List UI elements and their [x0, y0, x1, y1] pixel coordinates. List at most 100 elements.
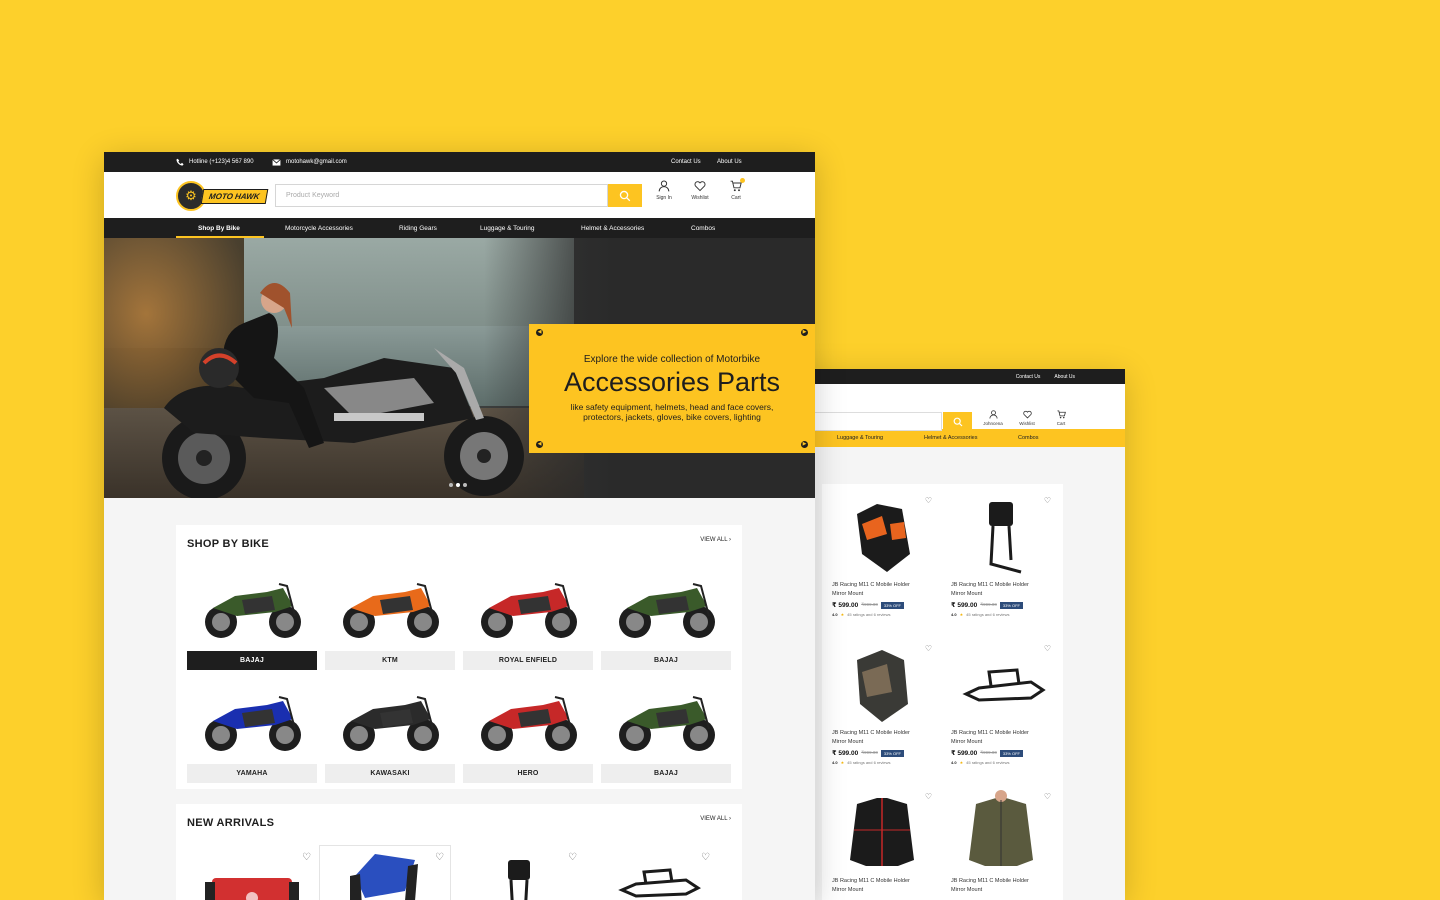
- heart-icon: [1022, 410, 1032, 419]
- product-card[interactable]: ♡ JB Racing M11 C Mobile Holder Mirror Mo…: [951, 494, 1051, 617]
- bike-card[interactable]: HERO: [463, 679, 593, 784]
- product-card[interactable]: ♡: [187, 846, 317, 900]
- logo[interactable]: ⚙ MOTO HAWK: [176, 181, 268, 211]
- heart-icon[interactable]: ♡: [701, 852, 710, 863]
- cart-button[interactable]: Cart: [1051, 410, 1071, 426]
- chevron-left-icon[interactable]: ◀: [536, 329, 543, 336]
- bike-card[interactable]: KTM: [325, 566, 455, 671]
- star-icon: ★: [959, 612, 964, 617]
- contact-link[interactable]: Contact Us: [1016, 374, 1041, 380]
- nav-shop-by-bike[interactable]: Shop By Bike: [198, 218, 240, 238]
- heart-icon[interactable]: ♡: [925, 644, 932, 653]
- view-all-label[interactable]: VIEW ALL: [700, 816, 727, 822]
- contact-label[interactable]: Contact Us: [671, 159, 701, 165]
- rating-value: 4.0: [951, 612, 957, 617]
- search-button[interactable]: [943, 412, 972, 431]
- homepage-mockup: Hotline (+123)4 567 890 motohawk@gmail.c…: [104, 152, 815, 900]
- heart-icon[interactable]: ♡: [1044, 792, 1051, 801]
- nav-item[interactable]: Combos: [1018, 435, 1038, 441]
- product-listing-mockup: Contact Us About Us Johncena Wishlist Ca…: [780, 369, 1125, 900]
- product-card[interactable]: ♡ JB Racing M11 C Mobile Holder Mirror Mo…: [951, 642, 1051, 765]
- chevron-left-icon[interactable]: ◀: [536, 441, 543, 448]
- heart-icon[interactable]: ♡: [1044, 496, 1051, 505]
- bike-brand-label: BAJAJ: [601, 651, 731, 670]
- about-label[interactable]: About Us: [717, 159, 742, 165]
- carousel-dot[interactable]: [463, 483, 467, 487]
- motorcycle-image: [619, 696, 715, 751]
- heart-icon[interactable]: ♡: [435, 852, 444, 863]
- view-all-label[interactable]: VIEW ALL: [700, 537, 727, 543]
- cart-button[interactable]: Cart: [725, 178, 747, 201]
- wishlist-label: Wishlist: [1019, 421, 1035, 426]
- nav-item[interactable]: Luggage & Touring: [837, 435, 883, 441]
- account-button[interactable]: Johncena: [983, 410, 1003, 426]
- product-title[interactable]: JB Racing M11 C Mobile Holder Mirror Mou…: [832, 877, 922, 895]
- motorcycle-image: [343, 583, 439, 638]
- topbar: Hotline (+123)4 567 890 motohawk@gmail.c…: [104, 152, 815, 172]
- search-button[interactable]: [608, 184, 642, 207]
- product-card[interactable]: ♡: [320, 846, 450, 900]
- heart-icon[interactable]: ♡: [568, 852, 577, 863]
- product-title[interactable]: JB Racing M11 C Mobile Holder Mirror Mou…: [951, 877, 1041, 895]
- motorcycle-image: [481, 696, 577, 751]
- hotline-text: Hotline (+123)4 567 890: [189, 159, 254, 165]
- bike-card[interactable]: ROYAL ENFIELD: [463, 566, 593, 671]
- product-card[interactable]: ♡ JB Racing M11 C Mobile Holder Mirror Mo…: [832, 494, 932, 617]
- nav-combos[interactable]: Combos: [691, 218, 715, 238]
- bike-card[interactable]: BAJAJ: [601, 566, 731, 671]
- rating-value: 4.0: [832, 760, 838, 765]
- heart-icon[interactable]: ♡: [925, 496, 932, 505]
- bike-brand-label: YAMAHA: [187, 764, 317, 783]
- search-input[interactable]: Product Keyword: [275, 184, 608, 207]
- signin-button[interactable]: Sign In: [653, 180, 675, 201]
- view-all-link[interactable]: VIEW ALL ›: [700, 816, 731, 822]
- wishlist-button[interactable]: Wishlist: [689, 180, 711, 201]
- nav-motorcycle-accessories[interactable]: Motorcycle Accessories: [285, 218, 353, 238]
- view-all-link[interactable]: VIEW ALL ›: [700, 537, 731, 543]
- product-card[interactable]: ♡ JB Racing M11 C Mobile Holder Mirror Mo…: [832, 642, 932, 765]
- shop-by-bike-section: SHOP BY BIKE VIEW ALL › BAJAJ KTM ROYAL EN…: [176, 525, 742, 789]
- contact-link[interactable]: Contact Us: [671, 152, 701, 172]
- product-card[interactable]: ♡: [586, 846, 716, 900]
- wishlist-button[interactable]: Wishlist: [1017, 410, 1037, 426]
- hotline: Hotline (+123)4 567 890: [176, 152, 254, 172]
- search-icon: [953, 417, 962, 426]
- product-mrp: ₹999.00: [861, 750, 878, 755]
- carousel-dot[interactable]: [456, 483, 460, 487]
- product-card[interactable]: ♡: [453, 846, 583, 900]
- rating-value: 4.0: [951, 760, 957, 765]
- nav-item[interactable]: Helmet & Accessories: [924, 435, 978, 441]
- product-card[interactable]: ♡ JB Racing M11 C Mobile Holder Mirror Mo…: [951, 790, 1051, 895]
- product-title[interactable]: JB Racing M11 C Mobile Holder Mirror Mou…: [832, 581, 922, 599]
- chevron-right-icon[interactable]: ▶: [801, 329, 808, 336]
- about-link[interactable]: About Us: [717, 152, 742, 172]
- nav-luggage-touring[interactable]: Luggage & Touring: [480, 218, 534, 238]
- nav-riding-gears[interactable]: Riding Gears: [399, 218, 437, 238]
- product-mrp: ₹999.00: [861, 602, 878, 607]
- carousel-dot[interactable]: [449, 483, 453, 487]
- hero-banner: ◀ ▶ ◀ ▶ Explore the wide collection of M…: [104, 238, 815, 498]
- about-link[interactable]: About Us: [1054, 374, 1075, 380]
- cart-badge: [740, 178, 745, 183]
- motorcycle-image: [205, 583, 301, 638]
- heart-icon[interactable]: ♡: [925, 792, 932, 801]
- discount-badge: 33% OFF: [880, 601, 904, 609]
- bike-card[interactable]: BAJAJ: [601, 679, 731, 784]
- bike-card[interactable]: BAJAJ: [187, 566, 317, 671]
- bike-card[interactable]: YAMAHA: [187, 679, 317, 784]
- heart-icon[interactable]: ♡: [302, 852, 311, 863]
- nav-helmet-accessories[interactable]: Helmet & Accessories: [581, 218, 644, 238]
- product-title[interactable]: JB Racing M11 C Mobile Holder Mirror Mou…: [951, 581, 1041, 599]
- rating-count: 45 ratings and 6 reviews: [847, 612, 891, 617]
- back-topbar: Contact Us About Us: [780, 369, 1125, 384]
- bike-card[interactable]: KAWASAKI: [325, 679, 455, 784]
- product-image: ♡: [951, 642, 1051, 727]
- chevron-right-icon[interactable]: ▶: [801, 441, 808, 448]
- product-title[interactable]: JB Racing M11 C Mobile Holder Mirror Mou…: [951, 729, 1041, 747]
- product-title[interactable]: JB Racing M11 C Mobile Holder Mirror Mou…: [832, 729, 922, 747]
- product-card[interactable]: ♡ JB Racing M11 C Mobile Holder Mirror Mo…: [832, 790, 932, 895]
- email-text[interactable]: motohawk@gmail.com: [286, 159, 347, 165]
- rating-row: 4.0 ★ 45 ratings and 6 reviews: [832, 612, 932, 617]
- heart-icon[interactable]: ♡: [1044, 644, 1051, 653]
- chevron-right-icon: ›: [729, 537, 731, 543]
